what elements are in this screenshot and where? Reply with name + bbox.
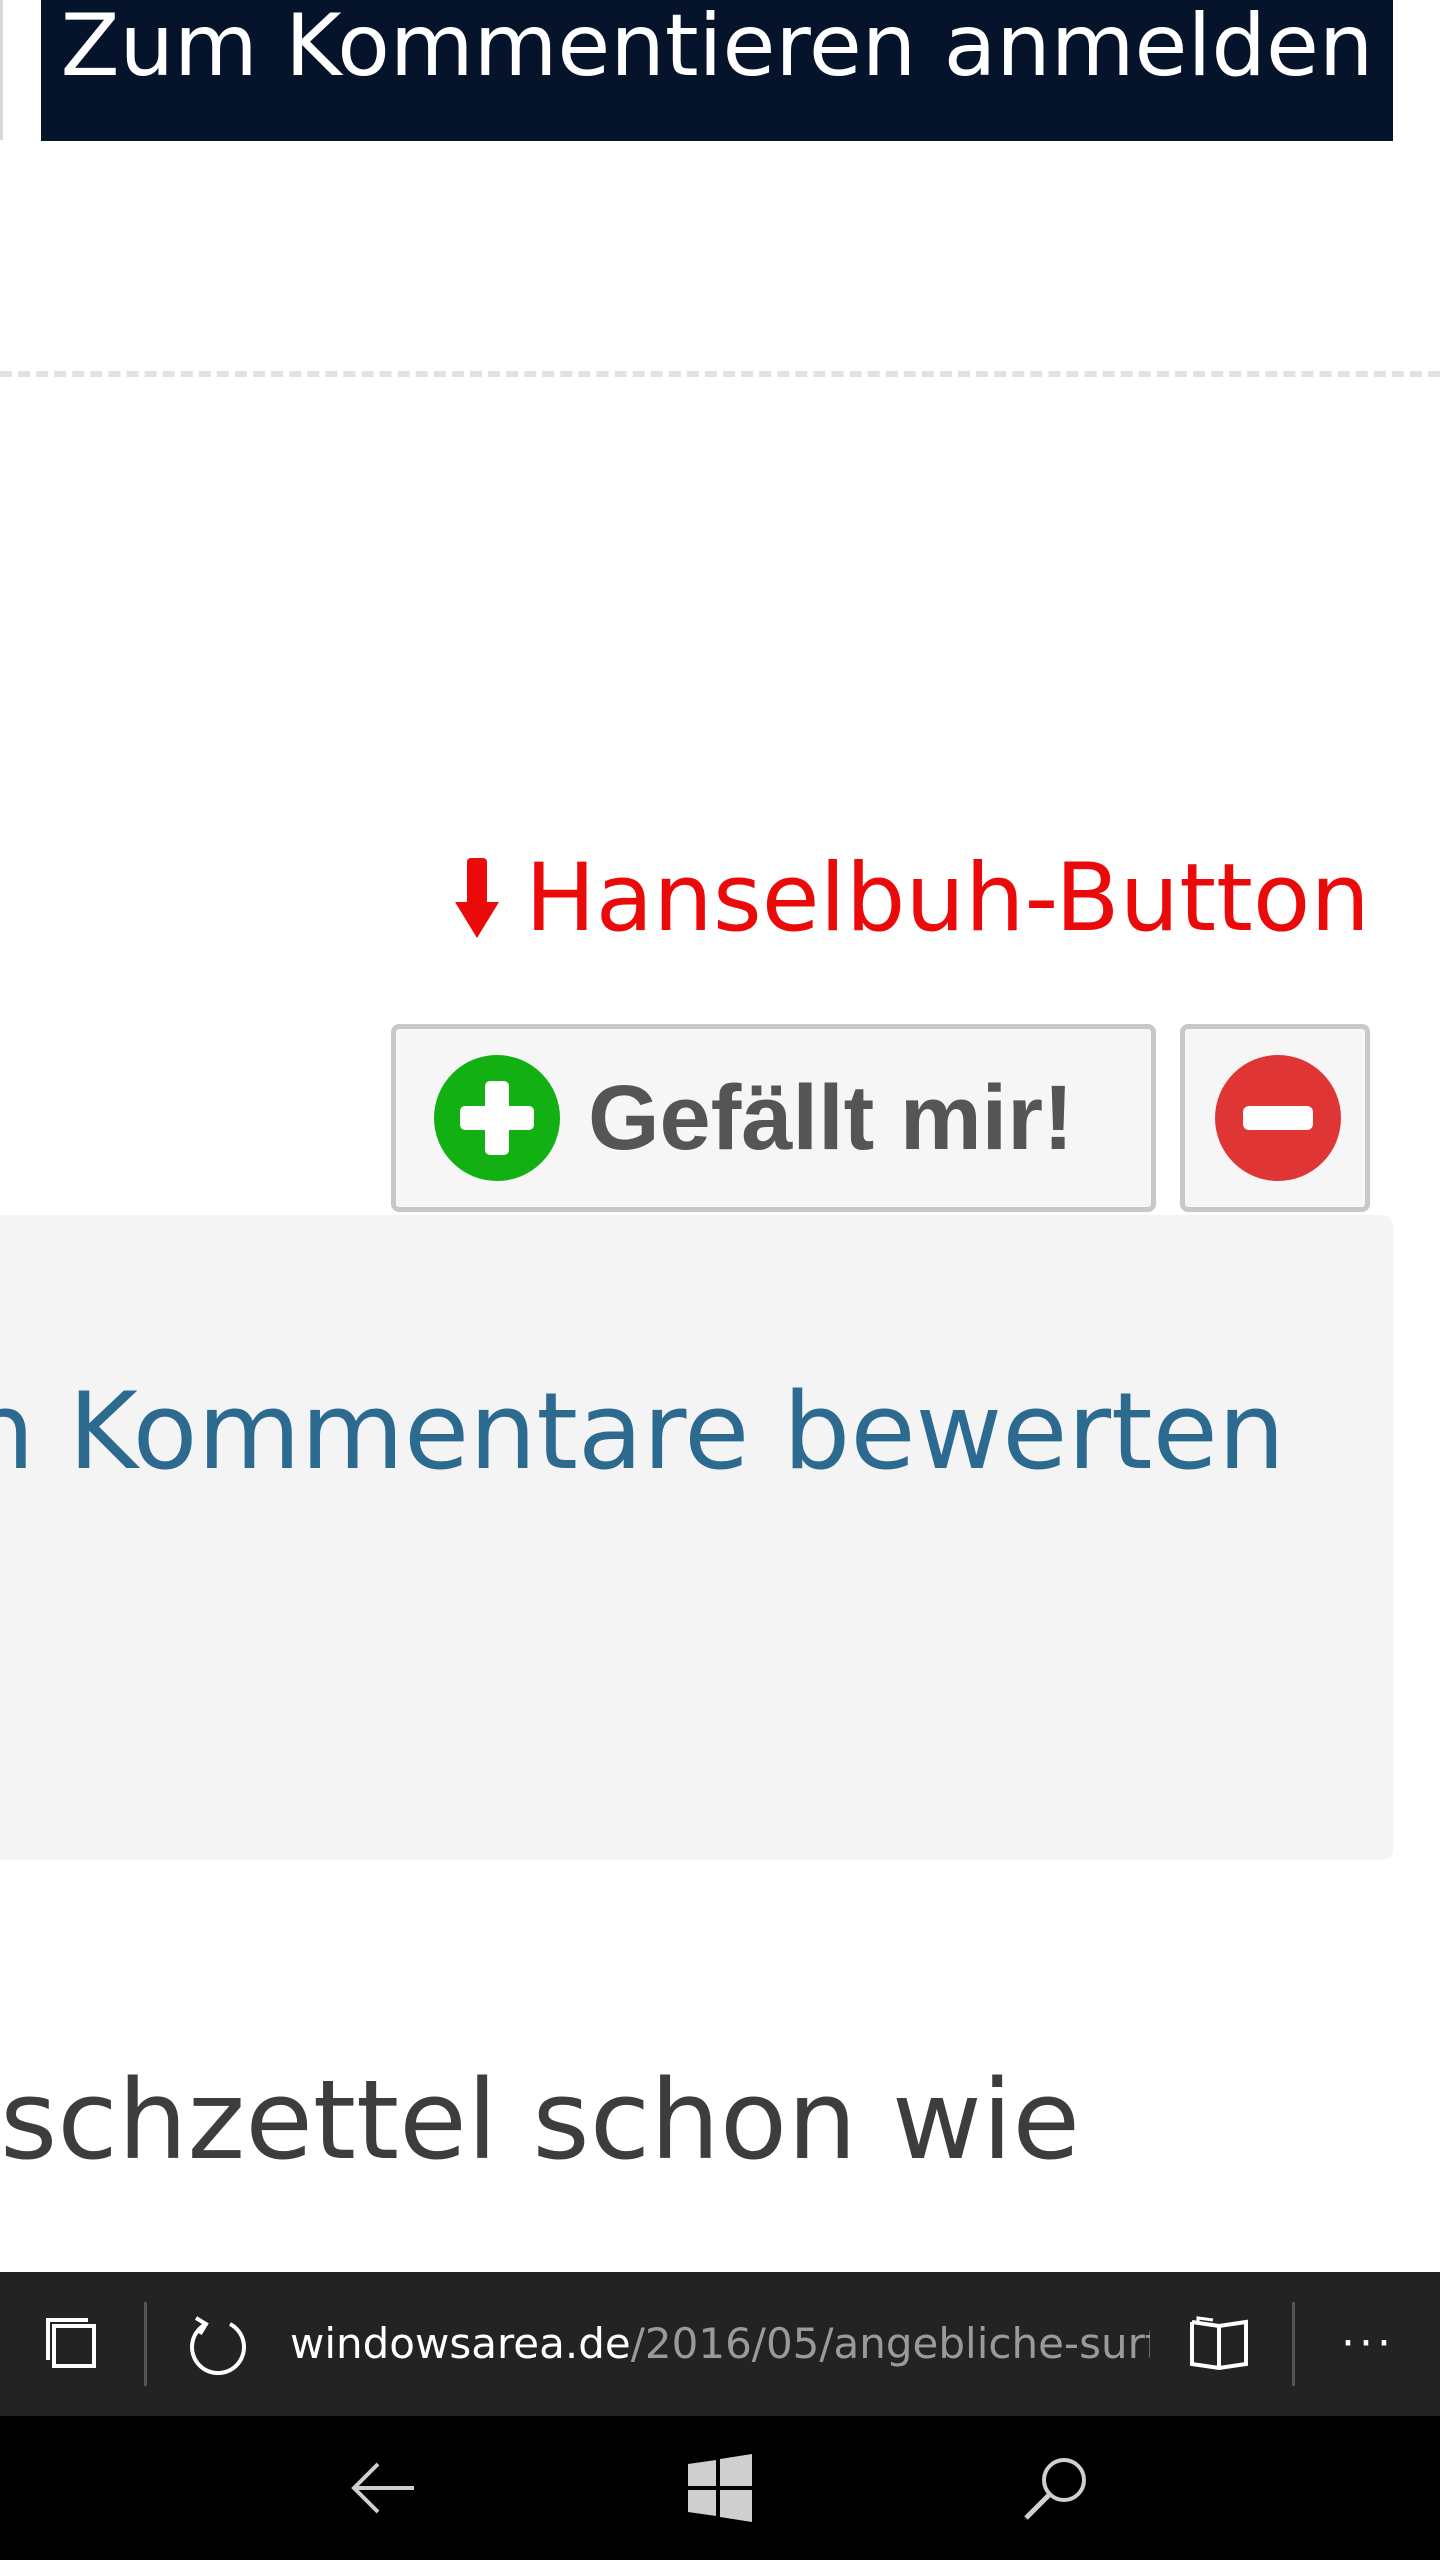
system-nav-bar [0,2416,1440,2560]
more-icon[interactable]: ··· [1336,2302,1400,2386]
search-icon[interactable] [1020,2452,1092,2524]
separator [144,2302,147,2386]
tabs-icon[interactable] [44,2316,100,2372]
url-field[interactable]: windowsarea.de/2016/05/angebliche-surfac [290,2272,1150,2416]
article-text: schzettel schon wie [0,2056,1081,2184]
separator [1292,2302,1295,2386]
like-button-label: Gefällt mir! [588,1066,1074,1169]
login-to-comment-button[interactable]: Zum Kommentieren anmelden [41,0,1393,141]
browser-address-bar: windowsarea.de/2016/05/angebliche-surfac… [0,2272,1440,2416]
page-edge [0,0,3,140]
minus-icon [1215,1055,1341,1181]
login-button-label: Zum Kommentieren anmelden [60,0,1374,96]
rating-panel [0,1215,1393,1860]
refresh-icon[interactable] [186,2312,250,2376]
rate-comments-link[interactable]: n Kommentare bewerten [0,1370,1285,1493]
dislike-button[interactable] [1180,1024,1370,1212]
arrow-down-icon [454,858,499,938]
dashed-divider [0,371,1440,377]
annotation-label: Hanselbuh-Button [524,843,1370,953]
page: Zum Kommentieren anmelden Hanselbuh-Butt… [0,0,1440,2560]
url-path: /2016/05/angebliche-surfac [630,2319,1150,2368]
plus-icon [434,1055,560,1181]
back-icon[interactable] [348,2452,420,2524]
windows-icon[interactable] [684,2452,756,2524]
like-button[interactable]: Gefällt mir! [391,1024,1156,1212]
reading-view-icon[interactable] [1188,2316,1250,2372]
url-host: windowsarea.de [290,2319,631,2368]
hanselbuh-annotation: Hanselbuh-Button [454,838,1370,958]
